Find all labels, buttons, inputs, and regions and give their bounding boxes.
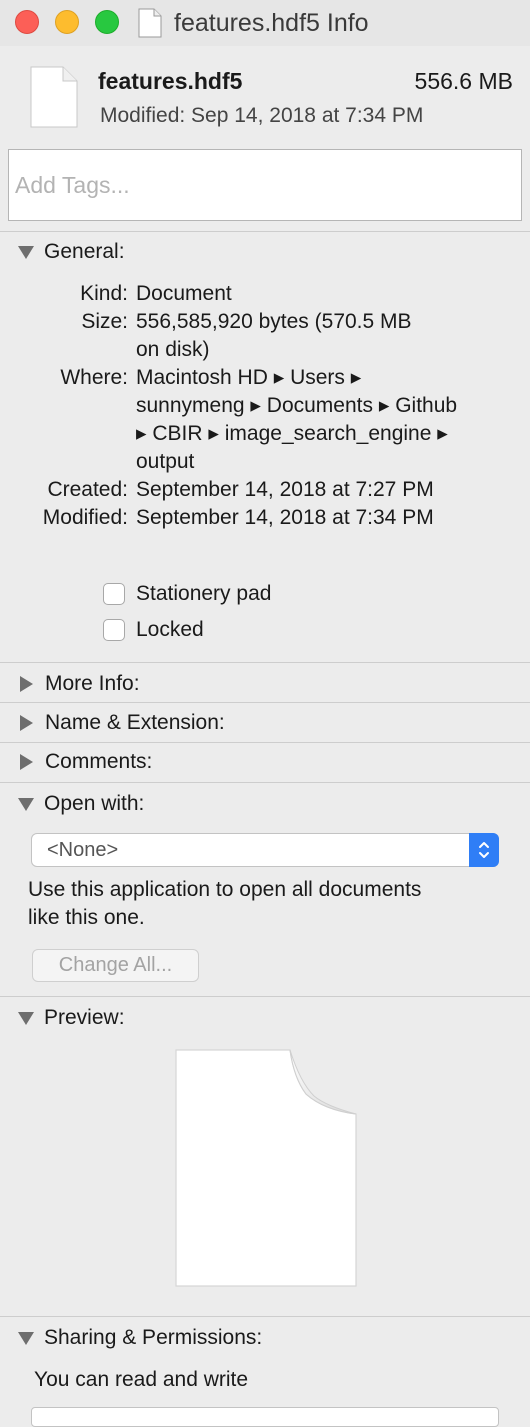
document-icon[interactable] bbox=[138, 8, 162, 38]
divider bbox=[0, 782, 530, 783]
section-comments-label: Comments: bbox=[45, 750, 153, 773]
open-with-popup[interactable]: <None> bbox=[31, 833, 499, 867]
created-value: September 14, 2018 at 7:27 PM bbox=[136, 478, 434, 501]
stationery-pad-label[interactable]: Stationery pad bbox=[136, 580, 271, 608]
file-size: 556.6 MB bbox=[414, 68, 513, 94]
section-general-label: General: bbox=[44, 240, 125, 263]
open-with-help-text: Use this application to open all documen… bbox=[28, 876, 508, 932]
file-icon bbox=[30, 66, 78, 128]
disclosure-triangle-icon bbox=[20, 676, 33, 692]
where-path-line4: output bbox=[136, 450, 195, 473]
section-name-extension-toggle[interactable]: Name & Extension: bbox=[18, 708, 225, 738]
window-title: features.hdf5 Info bbox=[174, 9, 369, 37]
divider bbox=[0, 996, 530, 997]
file-modified-date: Modified: Sep 14, 2018 at 7:34 PM bbox=[100, 104, 424, 127]
where-path-line3: ▸ CBIR ▸ image_search_engine ▸ bbox=[136, 422, 448, 445]
open-with-selected-app: <None> bbox=[47, 839, 119, 861]
file-name: features.hdf5 bbox=[98, 68, 243, 94]
close-button[interactable] bbox=[15, 10, 39, 34]
disclosure-triangle-icon bbox=[18, 797, 34, 811]
minimize-button[interactable] bbox=[55, 10, 79, 34]
kind-label: Kind: bbox=[80, 282, 128, 305]
disclosure-triangle-icon bbox=[18, 1011, 34, 1025]
disclosure-triangle-icon bbox=[20, 754, 33, 770]
modified-label: Modified: bbox=[42, 506, 128, 529]
help-text-line1: Use this application to open all documen… bbox=[28, 878, 422, 901]
where-path-line1: Macintosh HD ▸ Users ▸ bbox=[136, 366, 362, 389]
section-more-info-toggle[interactable]: More Info: bbox=[18, 669, 140, 699]
section-general-toggle[interactable]: General: bbox=[18, 237, 125, 267]
tags-input[interactable] bbox=[8, 149, 522, 221]
help-text-line2: like this one. bbox=[28, 906, 145, 929]
size-label: Size: bbox=[81, 310, 128, 333]
change-all-button[interactable]: Change All... bbox=[32, 949, 199, 982]
disclosure-triangle-icon bbox=[18, 245, 34, 259]
size-value-line1: 556,585,920 bytes (570.5 MB bbox=[136, 310, 412, 333]
stationery-pad-checkbox[interactable] bbox=[103, 583, 125, 605]
section-preview-label: Preview: bbox=[44, 1006, 125, 1029]
popup-arrows-icon bbox=[469, 833, 499, 867]
size-value-line2: on disk) bbox=[136, 338, 210, 361]
created-label: Created: bbox=[47, 478, 128, 501]
disclosure-triangle-icon bbox=[18, 1331, 34, 1345]
where-path-line2: sunnymeng ▸ Documents ▸ Github bbox=[136, 394, 458, 417]
section-sharing-permissions-toggle[interactable]: Sharing & Permissions: bbox=[18, 1323, 262, 1353]
zoom-button[interactable] bbox=[95, 10, 119, 34]
section-more-info-label: More Info: bbox=[45, 672, 140, 695]
kind-value: Document bbox=[136, 282, 232, 305]
section-sharing-permissions-label: Sharing & Permissions: bbox=[44, 1326, 263, 1349]
locked-checkbox[interactable] bbox=[103, 619, 125, 641]
permissions-table[interactable] bbox=[31, 1407, 499, 1427]
where-label: Where: bbox=[60, 366, 128, 389]
locked-label[interactable]: Locked bbox=[136, 616, 204, 644]
section-name-extension-label: Name & Extension: bbox=[45, 711, 225, 734]
document-preview-icon bbox=[175, 1049, 357, 1287]
disclosure-triangle-icon bbox=[20, 715, 33, 731]
section-comments-toggle[interactable]: Comments: bbox=[18, 747, 152, 777]
modified-value: September 14, 2018 at 7:34 PM bbox=[136, 506, 434, 529]
divider bbox=[0, 1316, 530, 1317]
divider bbox=[0, 742, 530, 743]
section-open-with-toggle[interactable]: Open with: bbox=[18, 789, 144, 819]
section-open-with-label: Open with: bbox=[44, 792, 145, 815]
section-preview-toggle[interactable]: Preview: bbox=[18, 1003, 125, 1033]
divider bbox=[0, 231, 530, 232]
divider bbox=[0, 662, 530, 663]
divider bbox=[0, 702, 530, 703]
permissions-status: You can read and write bbox=[34, 1368, 249, 1391]
